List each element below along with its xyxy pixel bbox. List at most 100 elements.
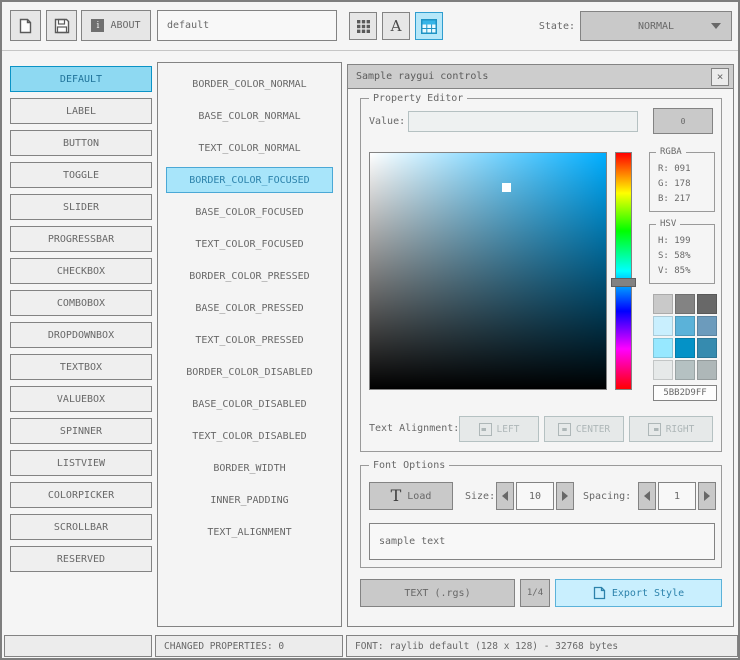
control-list-item[interactable]: LABEL (10, 98, 152, 124)
align-right-icon (647, 422, 661, 436)
control-list-item[interactable]: BUTTON (10, 130, 152, 156)
spacing-increment-button[interactable] (698, 482, 716, 510)
style-table-button[interactable] (415, 12, 443, 40)
about-button-label: ABOUT (110, 20, 141, 31)
hsv-panel: HSV H: 199 S: 58% V: 85% (649, 218, 715, 284)
palette-cell[interactable] (653, 338, 673, 358)
state-dropdown[interactable]: NORMAL (580, 11, 732, 41)
value-button[interactable]: 0 (653, 108, 713, 134)
align-right-button[interactable]: RIGHT (629, 416, 713, 442)
status-left (4, 635, 152, 657)
size-decrement-button[interactable] (496, 482, 514, 510)
export-icon (593, 586, 606, 600)
state-label: State: (538, 21, 575, 32)
spacing-value-box[interactable]: 1 (658, 482, 696, 510)
align-center-button[interactable]: CENTER (544, 416, 624, 442)
property-list-item[interactable]: BORDER_WIDTH (166, 455, 333, 481)
property-list-item[interactable]: TEXT_COLOR_DISABLED (166, 423, 333, 449)
size-label: Size: (465, 491, 496, 502)
palette-cell[interactable] (697, 294, 717, 314)
export-format-button[interactable]: TEXT (.rgs) (360, 579, 515, 607)
spacing-decrement-button[interactable] (638, 482, 656, 510)
sample-text-box[interactable]: sample text (369, 523, 715, 560)
control-list-item[interactable]: LISTVIEW (10, 450, 152, 476)
property-list-item[interactable]: TEXT_COLOR_FOCUSED (166, 231, 333, 257)
palette-cell[interactable] (697, 316, 717, 336)
style-name-input[interactable] (157, 10, 337, 41)
property-list-item[interactable]: TEXT_COLOR_PRESSED (166, 327, 333, 353)
close-icon: × (716, 70, 724, 83)
property-editor-group: Property Editor Value: 0 RGBA R: 091 G: … (360, 92, 722, 452)
property-list-item[interactable]: TEXT_COLOR_NORMAL (166, 135, 333, 161)
page-indicator-button[interactable]: 1/4 (520, 579, 550, 607)
close-button[interactable]: × (711, 67, 729, 86)
blue-value: B: 217 (658, 194, 691, 204)
color-marker[interactable] (501, 183, 511, 193)
size-value-box[interactable]: 10 (516, 482, 554, 510)
arrow-left-icon (644, 491, 650, 501)
palette-cell[interactable] (675, 360, 695, 380)
align-left-button[interactable]: LEFT (459, 416, 539, 442)
file-icon (19, 18, 32, 33)
control-list-item[interactable]: TEXTBOX (10, 354, 152, 380)
red-value: R: 091 (658, 164, 691, 174)
font-edit-button[interactable]: A (382, 12, 410, 40)
save-icon (54, 18, 69, 33)
align-right-label: RIGHT (665, 423, 695, 435)
control-list-item[interactable]: SLIDER (10, 194, 152, 220)
grid-view-button[interactable] (349, 12, 377, 40)
property-list-item[interactable]: BORDER_COLOR_NORMAL (166, 71, 333, 97)
control-list-item[interactable]: RESERVED (10, 546, 152, 572)
control-list-item[interactable]: CHECKBOX (10, 258, 152, 284)
save-file-button[interactable] (46, 10, 77, 41)
palette-cell[interactable] (675, 294, 695, 314)
window-titlebar[interactable]: Sample raygui controls × (348, 65, 733, 89)
control-list-item[interactable]: COLORPICKER (10, 482, 152, 508)
rguistyler-app: i ABOUT A State: NORMAL DEFAULT LABEL BU… (0, 0, 740, 660)
value-input[interactable] (408, 111, 638, 132)
palette-cell[interactable] (675, 316, 695, 336)
control-list-item[interactable]: SPINNER (10, 418, 152, 444)
property-list-item[interactable]: BASE_COLOR_NORMAL (166, 103, 333, 129)
hue-bar[interactable] (611, 152, 636, 390)
size-spinner: 10 (496, 482, 574, 510)
new-file-button[interactable] (10, 10, 41, 41)
value-value: V: 85% (658, 266, 691, 276)
property-list-item[interactable]: BORDER_COLOR_DISABLED (166, 359, 333, 385)
palette-cell[interactable] (675, 338, 695, 358)
palette-cell[interactable] (653, 360, 673, 380)
rgba-panel: RGBA R: 091 G: 178 B: 217 (649, 146, 715, 212)
property-list-item[interactable]: INNER_PADDING (166, 487, 333, 513)
control-list-item[interactable]: DROPDOWNBOX (10, 322, 152, 348)
info-icon: i (91, 19, 105, 32)
palette-cell[interactable] (653, 316, 673, 336)
export-style-button[interactable]: Export Style (555, 579, 722, 607)
property-list-item[interactable]: BASE_COLOR_FOCUSED (166, 199, 333, 225)
palette-cell[interactable] (697, 360, 717, 380)
property-list-item[interactable]: BORDER_COLOR_FOCUSED (166, 167, 333, 193)
property-list-item[interactable]: TEXT_ALIGNMENT (166, 519, 333, 545)
palette-cell[interactable] (653, 294, 673, 314)
property-list-item[interactable]: BASE_COLOR_PRESSED (166, 295, 333, 321)
spacing-spinner: 1 (638, 482, 716, 510)
about-button[interactable]: i ABOUT (81, 10, 151, 41)
size-increment-button[interactable] (556, 482, 574, 510)
control-list-item[interactable]: VALUEBOX (10, 386, 152, 412)
status-font-info: FONT: raylib default (128 x 128) - 32768… (346, 635, 738, 657)
palette-cell[interactable] (697, 338, 717, 358)
font-options-group: Font Options T Load Size: 10 Spacing: 1 … (360, 459, 722, 568)
control-list-item[interactable]: DEFAULT (10, 66, 152, 92)
property-list-item[interactable]: BASE_COLOR_DISABLED (166, 391, 333, 417)
hex-value-box[interactable]: 5BB2D9FF (653, 385, 717, 401)
control-list-item[interactable]: PROGRESSBAR (10, 226, 152, 252)
load-font-button[interactable]: T Load (369, 482, 453, 510)
control-list-item[interactable]: COMBOBOX (10, 290, 152, 316)
property-list-item[interactable]: BORDER_COLOR_PRESSED (166, 263, 333, 289)
saturation-value-area[interactable] (369, 152, 607, 390)
control-list-item[interactable]: TOGGLE (10, 162, 152, 188)
hue-value: H: 199 (658, 236, 691, 246)
chevron-down-icon (711, 23, 721, 29)
hue-handle[interactable] (611, 278, 636, 288)
control-list-item[interactable]: SCROLLBAR (10, 514, 152, 540)
arrow-right-icon (562, 491, 568, 501)
